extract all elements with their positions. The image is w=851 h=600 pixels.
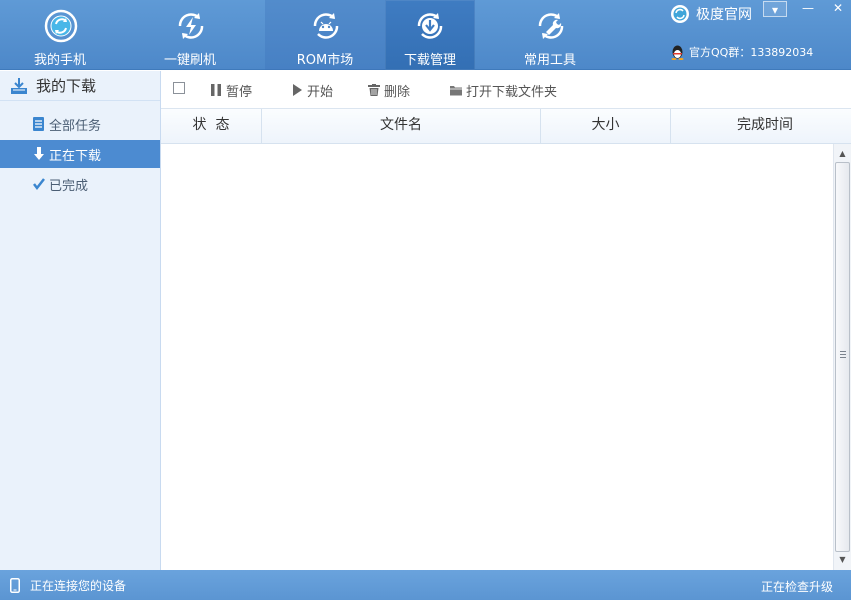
top-navigation-bar: 我的手机 一键刷机 ROM市场 下载管理 常用工具 极度官网 ▾ — ✕ 官方Q… <box>0 0 851 70</box>
brand-logo-icon <box>671 5 689 23</box>
connection-status-text: 正在连接您的设备 <box>30 579 127 593</box>
nav-label: 下载管理 <box>403 53 456 68</box>
scrollbar-thumb[interactable] <box>835 162 850 552</box>
pause-label: 暂停 <box>226 84 253 100</box>
wrench-icon <box>538 13 564 39</box>
nav-label: 一键刷机 <box>163 53 216 68</box>
update-check-status[interactable]: 正在检查升级 <box>761 578 833 595</box>
scroll-up-icon[interactable]: ▲ <box>834 146 851 162</box>
column-header-completed-time[interactable]: 完成时间 <box>671 109 851 144</box>
sidebar-header: 我的下载 <box>0 71 160 101</box>
qq-penguin-icon <box>671 45 684 60</box>
close-button[interactable]: ✕ <box>825 0 851 17</box>
sidebar-item-completed[interactable]: 已完成 <box>0 170 160 198</box>
folder-icon <box>450 86 462 96</box>
list-icon <box>33 117 44 131</box>
close-icon: ✕ <box>832 1 844 15</box>
qq-group-link[interactable]: 官方QQ群：133892034 <box>670 44 813 60</box>
minimize-button[interactable]: — <box>795 0 821 17</box>
sidebar-item-label: 已完成 <box>49 178 89 194</box>
status-bar: 正在连接您的设备 正在检查升级 <box>0 570 851 600</box>
download-list <box>161 144 833 570</box>
play-icon <box>293 84 302 96</box>
android-icon <box>313 13 339 39</box>
trash-icon <box>368 84 380 96</box>
nav-label: 我的手机 <box>33 53 86 68</box>
brand-text: 极度官网 <box>696 7 752 23</box>
lightning-icon <box>178 13 204 39</box>
sidebar-item-downloading[interactable]: 正在下载 <box>0 140 160 168</box>
table-header: 状 态 文件名 大小 完成时间 <box>161 109 851 144</box>
nav-item-common-tools[interactable]: 常用工具 <box>490 0 610 70</box>
open-folder-label: 打开下载文件夹 <box>466 84 558 100</box>
pause-button[interactable]: 暂停 <box>210 80 252 100</box>
grip-icon <box>840 351 846 358</box>
checkmark-icon <box>33 178 45 191</box>
phone-sync-icon <box>44 9 78 43</box>
start-label: 开始 <box>307 84 334 100</box>
sidebar-item-label: 全部任务 <box>49 118 102 134</box>
column-header-size[interactable]: 大小 <box>541 109 671 144</box>
brand-link[interactable]: 极度官网 <box>670 4 752 24</box>
arrow-down-icon <box>34 147 44 160</box>
device-connection-status: 正在连接您的设备 <box>10 577 126 594</box>
nav-item-rom-market[interactable]: ROM市场 <box>265 0 385 70</box>
delete-button[interactable]: 删除 <box>368 80 410 100</box>
download-tray-icon <box>11 77 27 94</box>
pause-icon <box>211 84 221 96</box>
delete-label: 删除 <box>384 84 411 100</box>
download-toolbar: 暂停 开始 删除 打开下载文件夹 <box>161 71 851 109</box>
download-icon <box>417 13 443 39</box>
minimize-icon: — <box>802 1 814 15</box>
nav-item-download-manager[interactable]: 下载管理 <box>385 0 475 70</box>
select-all-checkbox[interactable] <box>173 82 185 94</box>
sidebar-item-label: 正在下载 <box>49 148 102 164</box>
nav-item-one-click-flash[interactable]: 一键刷机 <box>130 0 250 70</box>
column-header-filename[interactable]: 文件名 <box>262 109 541 144</box>
start-button[interactable]: 开始 <box>291 80 333 100</box>
phone-icon <box>10 578 20 593</box>
nav-item-my-phone[interactable]: 我的手机 <box>0 0 120 70</box>
nav-label: 常用工具 <box>523 53 576 68</box>
sidebar-item-all-tasks[interactable]: 全部任务 <box>0 110 160 138</box>
sidebar: 我的下载 全部任务 正在下载 已完成 <box>0 71 161 570</box>
qq-group-text: 官方QQ群：133892034 <box>689 46 814 59</box>
dropdown-icon: ▾ <box>771 3 779 17</box>
open-download-folder-button[interactable]: 打开下载文件夹 <box>450 80 557 100</box>
scroll-down-icon[interactable]: ▼ <box>834 552 851 568</box>
nav-label: ROM市场 <box>296 53 354 68</box>
window-menu-button[interactable]: ▾ <box>763 1 787 17</box>
column-header-status[interactable]: 状 态 <box>161 109 262 144</box>
vertical-scrollbar[interactable]: ▲ ▼ <box>833 144 851 570</box>
sidebar-title: 我的下载 <box>36 77 97 95</box>
